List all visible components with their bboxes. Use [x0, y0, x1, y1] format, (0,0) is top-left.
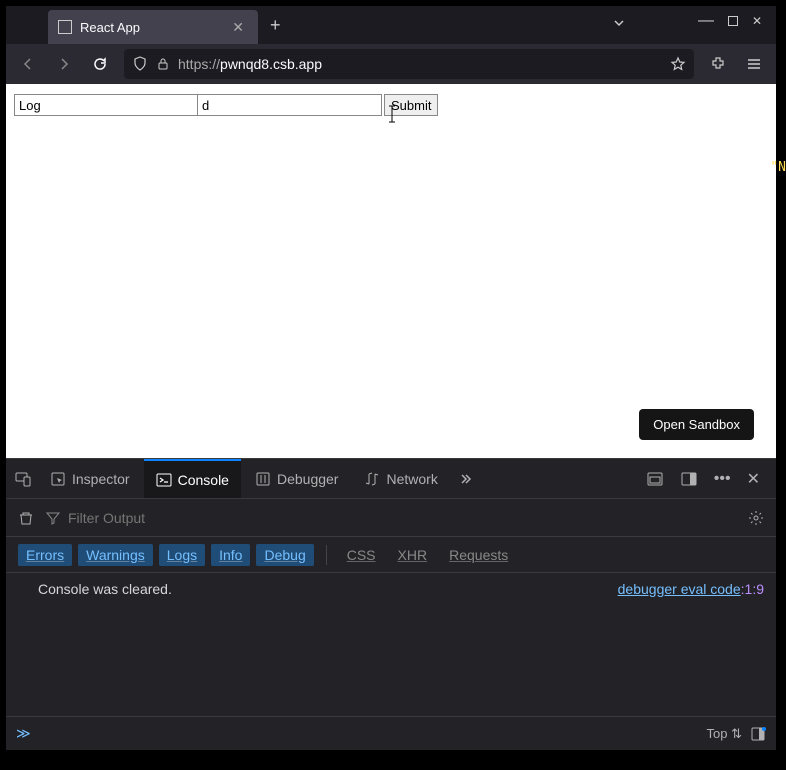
tab-inspector-label: Inspector — [72, 471, 130, 487]
filter-output-input[interactable] — [68, 510, 736, 526]
toggle-requests[interactable]: Requests — [441, 544, 516, 566]
split-console-icon[interactable] — [750, 726, 766, 742]
more-options-icon[interactable]: ••• — [710, 466, 735, 492]
form-row: Submit — [14, 94, 768, 116]
tab-inspector[interactable]: Inspector — [38, 459, 142, 498]
text-input-2[interactable] — [198, 94, 382, 116]
network-icon — [364, 471, 380, 487]
filter-icon — [46, 511, 60, 525]
window-maximize-icon[interactable] — [728, 16, 738, 26]
responsive-design-icon[interactable] — [10, 466, 36, 492]
toggle-warnings[interactable]: Warnings — [78, 544, 153, 566]
page-viewport: Submit Open Sandbox — [6, 84, 776, 458]
separator — [326, 545, 327, 565]
browser-tab[interactable]: React App ✕ — [48, 10, 258, 44]
inspector-icon — [50, 471, 66, 487]
iframe-picker-icon[interactable] — [642, 466, 668, 492]
window-controls: — ✕ — [690, 6, 770, 36]
url-toolbar: https://pwnqd8.csb.app — [6, 44, 776, 84]
toggle-logs[interactable]: Logs — [159, 544, 205, 566]
back-button[interactable] — [12, 48, 44, 80]
toggle-xhr[interactable]: XHR — [390, 544, 436, 566]
window-close-icon[interactable]: ✕ — [752, 14, 762, 28]
tab-debugger[interactable]: Debugger — [243, 459, 351, 498]
shield-icon[interactable] — [132, 56, 148, 72]
tab-network[interactable]: Network — [352, 459, 449, 498]
tab-title: React App — [80, 20, 220, 35]
dock-side-icon[interactable] — [676, 466, 702, 492]
tab-console[interactable]: Console — [144, 459, 241, 498]
url-text: https://pwnqd8.csb.app — [178, 56, 662, 72]
devtools-panel: Inspector Console Debugger Network — [6, 458, 776, 750]
toggle-debug[interactable]: Debug — [256, 544, 313, 566]
reload-button[interactable] — [84, 48, 116, 80]
console-message: Console was cleared. — [18, 581, 172, 597]
clear-console-icon[interactable] — [14, 506, 38, 530]
tab-console-label: Console — [178, 472, 229, 488]
console-line: Console was cleared. debugger eval code:… — [18, 579, 764, 599]
lock-icon[interactable] — [156, 57, 170, 71]
console-output: Console was cleared. debugger eval code:… — [6, 573, 776, 716]
extensions-icon[interactable] — [702, 48, 734, 80]
tab-close-icon[interactable]: ✕ — [228, 17, 248, 38]
devtools-tabs: Inspector Console Debugger Network — [6, 459, 776, 499]
text-input-1[interactable] — [14, 94, 198, 116]
console-source-link[interactable]: debugger eval code:1:9 — [618, 581, 764, 597]
console-prompt-icon[interactable]: ≫ — [16, 725, 31, 742]
forward-button[interactable] — [48, 48, 80, 80]
toggle-css[interactable]: CSS — [339, 544, 384, 566]
hamburger-menu-icon[interactable] — [738, 48, 770, 80]
url-bar[interactable]: https://pwnqd8.csb.app — [124, 49, 694, 79]
console-input-row: ≫ Top ⇅ — [6, 716, 776, 750]
bookmark-icon[interactable] — [670, 56, 686, 72]
debugger-icon — [255, 471, 271, 487]
submit-button[interactable]: Submit — [384, 94, 438, 116]
close-devtools-icon[interactable]: ✕ — [743, 465, 764, 493]
toggle-errors[interactable]: Errors — [18, 544, 72, 566]
console-filter-toggles: Errors Warnings Logs Info Debug CSS XHR … — [6, 537, 776, 573]
window-minimize-icon[interactable]: — — [698, 17, 714, 25]
new-tab-button[interactable]: + — [258, 15, 293, 36]
tab-debugger-label: Debugger — [277, 471, 339, 487]
tabs-dropdown-icon[interactable] — [612, 16, 626, 30]
console-settings-icon[interactable] — [744, 506, 768, 530]
console-filter-row — [6, 499, 776, 537]
tab-network-label: Network — [386, 471, 437, 487]
browser-tab-bar: React App ✕ + — ✕ — [6, 6, 776, 44]
toggle-info[interactable]: Info — [211, 544, 250, 566]
context-selector[interactable]: Top ⇅ — [707, 726, 742, 742]
edge-text: "N — [770, 160, 786, 175]
console-icon — [156, 472, 172, 488]
open-sandbox-button[interactable]: Open Sandbox — [639, 409, 754, 440]
tab-favicon-icon — [58, 20, 72, 34]
more-tabs-icon[interactable] — [452, 467, 476, 491]
